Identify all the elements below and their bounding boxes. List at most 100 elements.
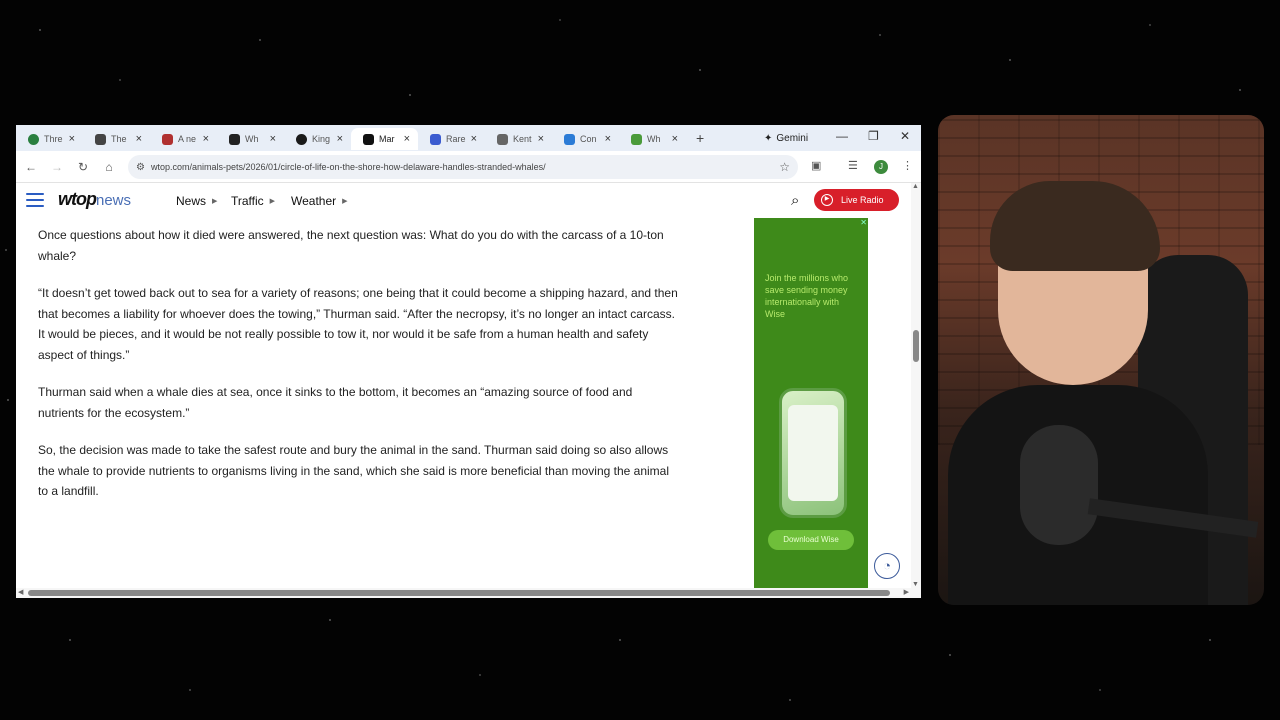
browser-tab[interactable]: A ne × [150,128,217,150]
caret-right-icon: ▶ [212,198,218,205]
tab-strip: Thre × The × A ne × Wh × King × Mar × Ra… [16,125,921,151]
webcam-overlay [938,115,1264,605]
bookmark-star-icon[interactable]: ☆ [779,160,790,174]
window-close-icon[interactable]: ✕ [900,129,910,143]
tab-favicon-icon [564,133,575,145]
tab-close-icon[interactable]: × [337,133,343,145]
nav-news-label: News [176,194,207,208]
url-text[interactable]: wtop.com/animals-pets/2026/01/circle-of-… [151,162,546,172]
nav-weather[interactable]: Weather ▶ [291,194,348,208]
back-icon[interactable]: ← [18,160,44,174]
scrollbar-thumb[interactable] [913,330,919,362]
browser-tab[interactable]: Rare × [418,128,485,150]
tab-label: Thre [44,134,63,144]
download-wise-button[interactable]: Download Wise [768,530,854,550]
article-paragraph: Thurman said when a whale dies at sea, o… [38,385,633,420]
forward-icon[interactable]: → [44,160,70,174]
scroll-up-icon[interactable]: ▲ [912,183,919,190]
toolbar: ← → ↻ ⌂ ⚙ wtop.com/animals-pets/2026/01/… [16,151,921,183]
nav-traffic-label: Traffic [231,194,264,208]
restore-icon[interactable]: ❐ [868,129,879,143]
gemini-button[interactable]: ✦ Gemini [758,129,814,147]
profile-avatar[interactable]: J [874,160,888,174]
play-icon: ▶ [821,194,833,206]
article-body: Once questions about how it died were an… [38,225,678,519]
tab-label: Rare [446,134,466,144]
hamburger-menu-icon[interactable] [26,193,44,207]
tab-label: Wh [245,134,259,144]
wise-advertisement[interactable]: ✕ Join the millions who save sending mon… [754,218,868,588]
nav-traffic[interactable]: Traffic ▶ [231,194,275,208]
tab-close-icon[interactable]: × [605,133,611,145]
tab-favicon-icon [363,133,374,145]
browser-tab-active[interactable]: Mar × [351,128,418,150]
cookie-settings-icon[interactable]: ◔ [874,553,900,579]
live-radio-label: Live Radio [841,195,884,205]
scroll-right-icon[interactable]: ▶ [904,588,909,596]
tab-label: Wh [647,134,661,144]
caret-right-icon: ▶ [342,198,348,205]
nav-weather-label: Weather [291,194,337,208]
tab-close-icon[interactable]: × [538,133,544,145]
browser-tab[interactable]: The × [83,128,150,150]
browser-tab[interactable]: King × [284,128,351,150]
wtop-logo[interactable]: wtopnews [58,189,131,210]
logo-main-text: wtop [58,189,97,209]
tab-favicon-icon [631,133,642,145]
tab-favicon-icon [229,133,240,145]
browser-tab[interactable]: Kent × [485,128,552,150]
home-icon[interactable]: ⌂ [96,160,122,174]
scroll-down-icon[interactable]: ▼ [912,581,919,588]
minimize-icon[interactable]: — [836,129,848,143]
tab-close-icon[interactable]: × [270,133,276,145]
tab-label: A ne [178,134,197,144]
tab-favicon-icon [28,133,39,145]
nav-news[interactable]: News ▶ [176,194,217,208]
site-header: wtopnews News ▶ Traffic ▶ Weather ▶ ⌕ ▶ Liv… [16,183,911,219]
browser-menu-icon[interactable]: ⋮ [902,159,913,172]
tab-close-icon[interactable]: × [404,133,410,145]
tab-label: Mar [379,134,395,144]
tab-favicon-icon [95,133,106,145]
logo-sub-text: news [96,192,132,209]
browser-tab[interactable]: Wh × [217,128,284,150]
scrollbar-thumb[interactable] [28,590,890,596]
tab-close-icon[interactable]: × [672,133,678,145]
tab-close-icon[interactable]: × [203,133,209,145]
caret-right-icon: ▶ [269,198,276,205]
live-radio-button[interactable]: ▶ Live Radio [814,189,899,211]
tab-label: Kent [513,134,532,144]
tab-close-icon[interactable]: × [471,133,477,145]
address-bar[interactable]: ⚙ wtop.com/animals-pets/2026/01/circle-o… [128,155,798,179]
article-paragraph: So, the decision was made to take the sa… [38,443,670,498]
tab-label: The [111,134,127,144]
tab-label: King [312,134,331,144]
site-info-icon[interactable]: ⚙ [136,162,145,173]
search-icon[interactable]: ⌕ [791,192,799,209]
scroll-left-icon[interactable]: ◀ [18,588,23,596]
browser-window: Thre × The × A ne × Wh × King × Mar × Ra… [16,125,921,598]
tab-label: Con [580,134,597,144]
browser-tab[interactable]: Thre × [16,128,83,150]
tab-favicon-icon [497,133,508,145]
ad-text: Join the millions who save sending money… [765,273,849,319]
reload-icon[interactable]: ↻ [70,160,96,174]
reading-list-icon[interactable]: ☰ [848,159,858,172]
side-panel-icon[interactable]: ▣ [811,159,821,172]
horizontal-scrollbar[interactable]: ◀ ▶ [16,588,921,598]
tab-close-icon[interactable]: × [136,133,142,145]
microphone-icon [1020,425,1098,545]
gemini-label: Gemini [776,132,809,144]
tab-favicon-icon [162,133,173,145]
browser-tab[interactable]: Con × [552,128,619,150]
article-paragraph: Once questions about how it died were an… [38,228,664,263]
article-paragraph: “It doesn’t get towed back out to sea fo… [38,286,678,362]
vertical-scrollbar[interactable]: ▲ ▼ [911,183,921,588]
browser-tab[interactable]: Wh × [619,128,686,150]
ad-close-icon[interactable]: ✕ [860,218,867,227]
tab-favicon-icon [296,133,307,145]
new-tab-icon[interactable]: + [696,130,704,146]
tab-close-icon[interactable]: × [69,133,75,145]
phone-illustration [779,388,847,518]
gemini-sparkle-icon: ✦ [764,132,773,144]
